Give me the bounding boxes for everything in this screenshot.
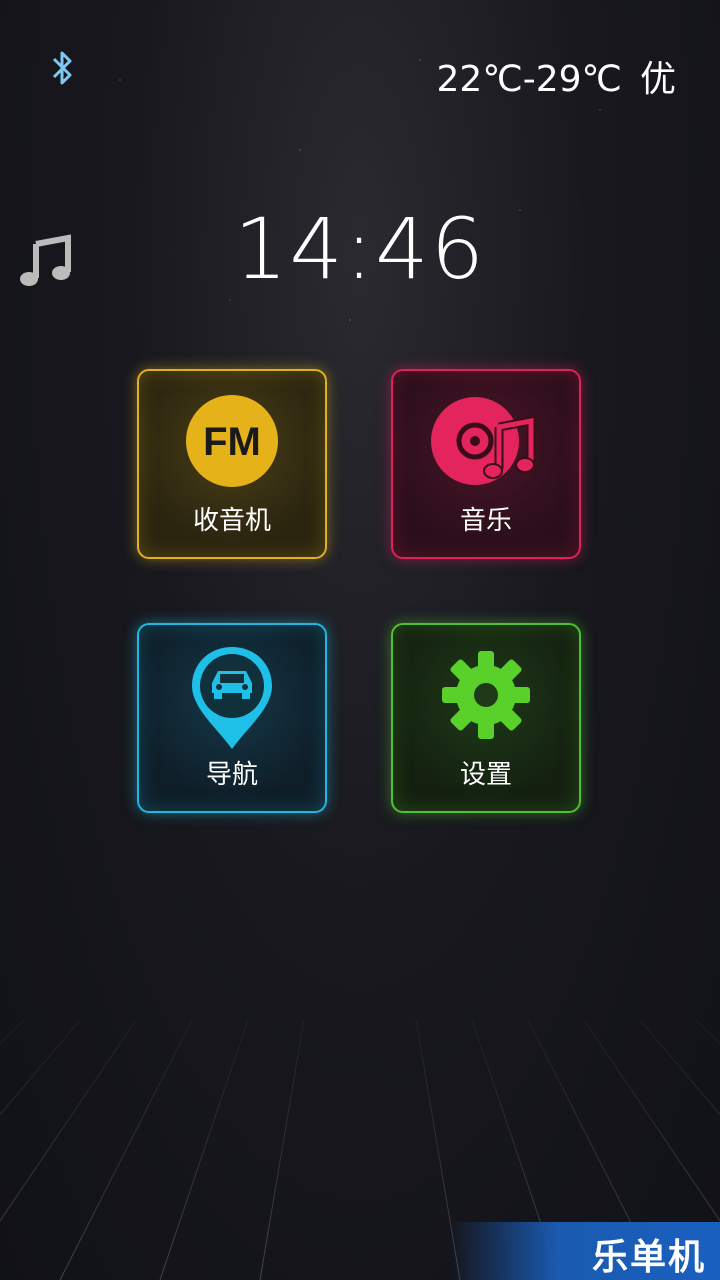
navigation-car-icon — [192, 647, 272, 749]
weather-status: 22℃-29℃ 优 — [437, 50, 676, 102]
fm-radio-icon: FM — [186, 395, 278, 487]
settings-label: 设置 — [459, 760, 512, 790]
navigation-tile[interactable]: 导航 — [137, 623, 327, 813]
temperature-range: 22℃-29℃ — [436, 59, 622, 100]
music-disc-icon — [431, 397, 536, 485]
settings-tile[interactable]: 设置 — [391, 623, 581, 813]
svg-text:FM: FM — [203, 420, 261, 464]
watermark-banner: 乐单机 — [450, 1222, 720, 1280]
watermark-text: 乐单机 — [591, 1237, 706, 1278]
radio-tile[interactable]: FM 收音机 — [137, 369, 327, 559]
bluetooth-icon[interactable] — [48, 48, 76, 88]
air-quality: 优 — [639, 59, 676, 100]
gear-icon — [442, 651, 530, 739]
clock-time: 14:46 — [233, 200, 487, 298]
music-label: 音乐 — [459, 506, 512, 536]
radio-label: 收音机 — [192, 506, 271, 536]
navigation-label: 导航 — [205, 760, 258, 790]
music-tile[interactable]: 音乐 — [391, 369, 581, 559]
